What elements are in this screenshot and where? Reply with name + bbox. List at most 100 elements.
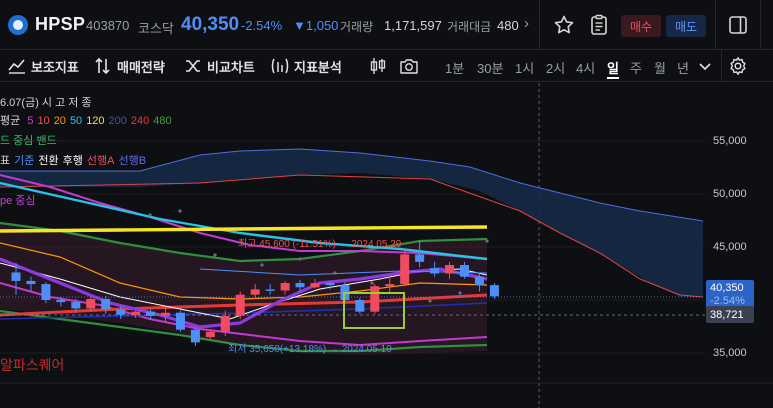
- candle-body: [190, 329, 200, 343]
- timeframe-4hour[interactable]: 4시: [576, 58, 595, 77]
- candle-body: [445, 265, 455, 274]
- candle-body: [26, 280, 36, 285]
- active-timeframe-underline: [607, 77, 619, 79]
- high-price-annotation: 최고 45,600 (-11.51%) → 2024.05.29: [238, 239, 402, 250]
- change-amount: ▼1,050: [293, 18, 339, 33]
- lagging-span-dot: [370, 281, 374, 285]
- header-divider: [539, 0, 540, 50]
- y-tick-label: 35,000: [713, 347, 747, 359]
- legend-ma-period: 5: [27, 115, 34, 127]
- analysis-button[interactable]: 지표분석: [271, 56, 342, 76]
- header-divider: [715, 0, 716, 50]
- indicator-label: 보조지표: [31, 59, 79, 75]
- candle-body: [175, 312, 185, 330]
- strategy-icon: [95, 57, 110, 75]
- current-price-axis-label: 40,350: [710, 282, 744, 294]
- market-name: 코스닥: [138, 21, 174, 36]
- gear-icon[interactable]: [728, 56, 748, 76]
- stock-code: 403870: [86, 18, 130, 33]
- candle-body: [41, 284, 51, 300]
- lagging-span-dot: [458, 291, 462, 295]
- candle-body: [474, 276, 484, 286]
- candle-body: [355, 300, 365, 312]
- timeframe-2hour[interactable]: 2시: [546, 58, 565, 77]
- timeframe-30min[interactable]: 30분: [477, 58, 503, 77]
- candle-body: [385, 284, 395, 287]
- chart-toolbar: 보조지표 매매전략 비교차트 지표분석 1분 30분 1시 2시 4시 일 주 …: [0, 50, 773, 82]
- candle-body: [295, 283, 305, 288]
- trade-amount-label: 거래대금: [447, 20, 492, 34]
- candle-body: [11, 272, 21, 281]
- compare-button[interactable]: 비교차트: [184, 56, 255, 76]
- legend-date-row: 6.07(금) 시 고 저 종: [0, 97, 92, 109]
- memo-icon[interactable]: [587, 13, 611, 37]
- y-tick-label: 55,000: [713, 135, 747, 147]
- legend-ma-period: 200: [108, 115, 127, 127]
- timeframe-year[interactable]: 년: [677, 58, 689, 77]
- price-chart[interactable]: 6.07(금) 시 고 저 종 평균 5 10 20 50 120 200 240 480 드…: [0, 83, 773, 408]
- y-tick-label: 50,000: [713, 188, 747, 200]
- chevron-down-icon[interactable]: [698, 58, 712, 74]
- candle-body: [489, 285, 499, 297]
- lagging-span-dot: [333, 271, 337, 275]
- legend-ichimoku-part: 후행: [62, 155, 83, 167]
- lagging-span-dot: [298, 257, 302, 261]
- indicator-button[interactable]: 보조지표: [8, 56, 79, 76]
- stock-header: HPSP 403870 코스닥 40,350 -2.54% ▼1,050 거래량…: [0, 0, 773, 50]
- candle-body: [280, 283, 290, 291]
- change-percent: -2.54%: [241, 18, 283, 33]
- compare-label: 비교차트: [207, 59, 255, 75]
- watermark: 알파스퀘어: [0, 357, 65, 373]
- trade-amount-value: 480: [497, 18, 519, 33]
- candle-body: [430, 268, 440, 274]
- legend-ma-row: 평균 5 10 20 50 120 200 240 480: [0, 112, 172, 128]
- legend-ma-period: 50: [69, 115, 83, 127]
- candle-body: [116, 309, 126, 315]
- ticker-symbol[interactable]: HPSP: [35, 14, 85, 35]
- legend-ichimoku-part: 표: [0, 155, 11, 167]
- timeframe-month[interactable]: 월: [654, 58, 666, 77]
- candle-body: [205, 331, 215, 338]
- legend-ma-label: 평균: [0, 115, 21, 127]
- legend-envelope-row: pe 중심: [0, 195, 36, 207]
- candle-type-icon[interactable]: [368, 56, 388, 76]
- candle-body: [56, 300, 66, 303]
- camera-icon[interactable]: [399, 56, 419, 76]
- star-icon[interactable]: [552, 13, 576, 37]
- candle-body: [400, 254, 410, 285]
- candle-body: [146, 311, 156, 316]
- legend-ma-period: 10: [37, 115, 50, 127]
- timeframe-1hour[interactable]: 1시: [515, 58, 534, 77]
- strategy-label: 매매전략: [117, 59, 165, 75]
- panel-icon[interactable]: [727, 14, 749, 36]
- low-price-annotation: 최저 35,650(+13.18%) → 2024.05.10: [228, 344, 392, 355]
- candle-body: [220, 315, 230, 332]
- candle-body: [161, 312, 170, 316]
- legend-bollinger-row: 드 중심 밴드: [0, 135, 57, 147]
- lagging-span-dot: [148, 213, 152, 217]
- compare-icon: [186, 60, 200, 72]
- candle-body: [310, 283, 320, 288]
- buy-button[interactable]: 매수: [621, 15, 661, 37]
- y-tick-label: 45,000: [713, 241, 747, 253]
- legend-ma-period: 480: [153, 115, 172, 127]
- candle-body: [71, 302, 81, 309]
- legend-ma-period: 20: [53, 115, 66, 127]
- timeframe-day[interactable]: 일: [607, 58, 619, 77]
- sell-button[interactable]: 매도: [666, 15, 706, 37]
- timeframe-week[interactable]: 주: [630, 58, 642, 77]
- header-divider: [760, 0, 761, 50]
- chevron-right-icon[interactable]: ›: [524, 15, 529, 32]
- lagging-span-dot: [178, 209, 182, 213]
- candle-body: [415, 254, 425, 262]
- timeframe-1min[interactable]: 1분: [445, 58, 464, 77]
- legend-ichimoku-part: 기준: [14, 155, 35, 167]
- indicator-icon: [8, 59, 25, 74]
- current-price: 40,350: [181, 14, 240, 35]
- strategy-button[interactable]: 매매전략: [94, 56, 165, 76]
- lagging-span-dot: [428, 299, 432, 303]
- lagging-span-dot: [213, 253, 217, 257]
- reference-price-tag: 38,721: [706, 306, 754, 323]
- ma120-line: [0, 225, 488, 233]
- legend-ichimoku-row: 표 기준 전환 후행 선행A 선행B: [0, 152, 150, 168]
